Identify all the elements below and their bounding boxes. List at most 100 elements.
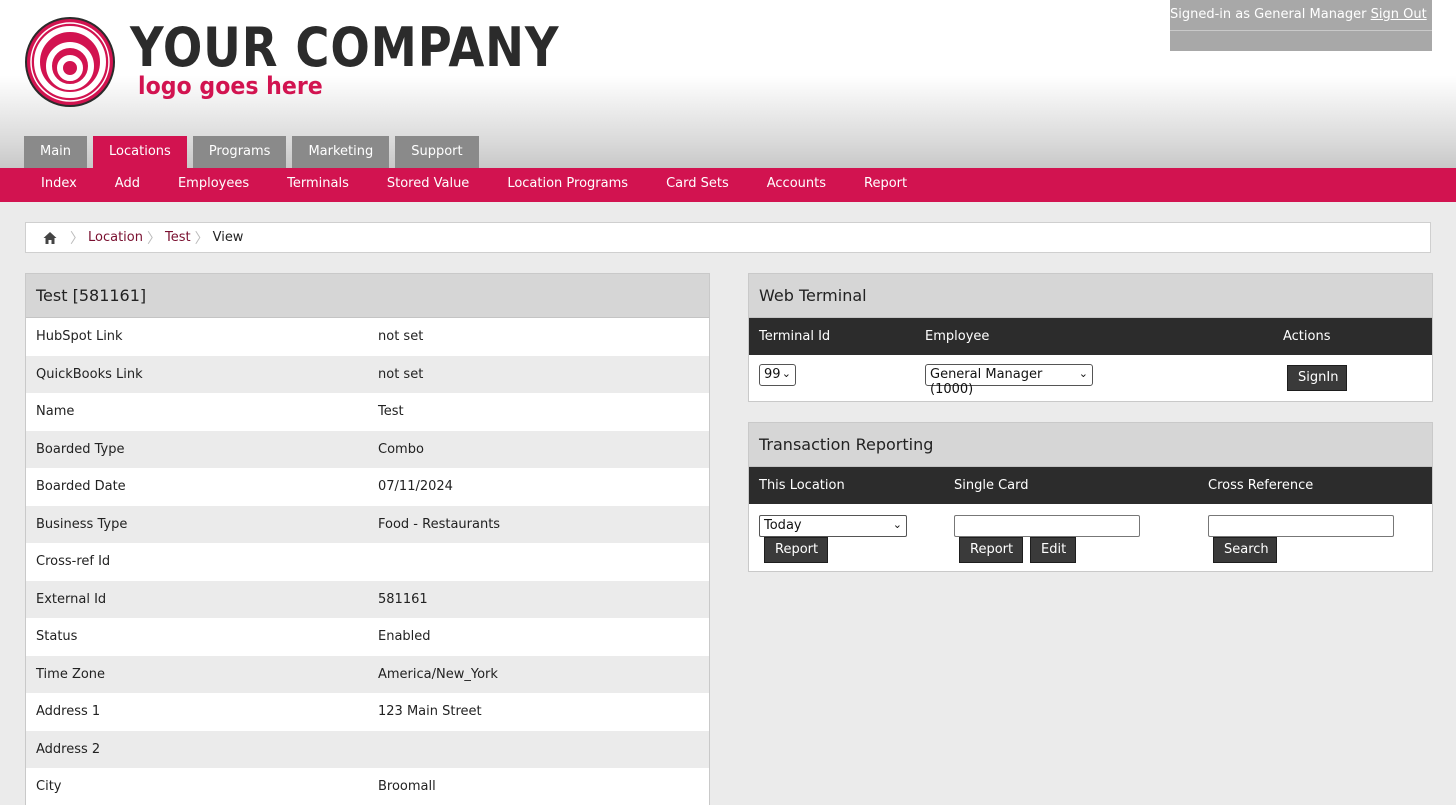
web-terminal-title: Web Terminal: [749, 274, 1432, 318]
terminal-id-value: 99: [764, 367, 781, 382]
terminal-id-select[interactable]: 99 ⌄: [759, 364, 796, 386]
subnav-terminals[interactable]: Terminals: [268, 168, 368, 202]
breadcrumb-test[interactable]: Test: [165, 230, 191, 245]
tab-programs[interactable]: Programs: [192, 136, 287, 168]
detail-label: Time Zone: [36, 666, 106, 682]
detail-value: Enabled: [378, 629, 431, 645]
breadcrumb-separator: 〉: [194, 230, 209, 247]
transaction-row: Today ⌄ Report Report Edit Search: [749, 504, 1432, 572]
detail-label: External Id: [36, 591, 107, 607]
web-terminal-row: 99 ⌄ General Manager (1000) ⌄ SignIn: [749, 355, 1432, 401]
header: YOUR COMPANY logo goes here Signed-in as…: [0, 0, 1456, 168]
subnav-report[interactable]: Report: [845, 168, 926, 202]
company-logo[interactable]: YOUR COMPANY logo goes here: [24, 16, 559, 110]
signin-button[interactable]: SignIn: [1287, 365, 1347, 391]
tab-marketing[interactable]: Marketing: [292, 136, 390, 168]
tab-locations[interactable]: Locations: [93, 136, 187, 168]
detail-label: Address 2: [36, 741, 101, 757]
detail-label: QuickBooks Link: [36, 366, 143, 382]
detail-row: HubSpot Link not set: [26, 318, 709, 356]
detail-row: City Broomall: [26, 768, 709, 805]
detail-row: Name Test: [26, 393, 709, 431]
breadcrumb-current: View: [212, 230, 244, 245]
signed-in-text: Signed-in as General Manager: [1170, 7, 1367, 22]
detail-value: Test: [378, 404, 404, 420]
breadcrumb-location[interactable]: Location: [88, 230, 143, 245]
subnav-employees[interactable]: Employees: [159, 168, 268, 202]
chevron-down-icon: ⌄: [1078, 367, 1088, 380]
detail-label: Boarded Date: [36, 479, 126, 495]
logo-tagline: logo goes here: [138, 72, 323, 100]
period-select[interactable]: Today ⌄: [759, 515, 907, 537]
col-single-card: Single Card: [954, 478, 1029, 493]
cross-reference-input[interactable]: [1208, 515, 1394, 537]
detail-value: Combo: [378, 441, 424, 457]
detail-label: Status: [36, 629, 78, 645]
home-icon[interactable]: [42, 230, 58, 246]
detail-row: Address 1 123 Main Street: [26, 693, 709, 731]
detail-row: Status Enabled: [26, 618, 709, 656]
detail-label: Boarded Type: [36, 441, 125, 457]
logo-mark-icon: [25, 17, 115, 107]
card-edit-button[interactable]: Edit: [1030, 537, 1076, 563]
location-rows: HubSpot Link not set QuickBooks Link not s…: [26, 318, 709, 805]
chevron-down-icon: ⌄: [781, 367, 791, 380]
cross-reference-search-button[interactable]: Search: [1213, 537, 1277, 563]
subnav-add[interactable]: Add: [96, 168, 159, 202]
subnav-location-programs[interactable]: Location Programs: [488, 168, 647, 202]
detail-value: 123 Main Street: [378, 704, 482, 720]
detail-label: Name: [36, 404, 75, 420]
detail-row: External Id 581161: [26, 580, 709, 618]
breadcrumb: 〉 Location 〉 Test 〉 View: [25, 222, 1431, 253]
detail-value: Food - Restaurants: [378, 516, 501, 532]
subnav-index[interactable]: Index: [22, 168, 96, 202]
col-actions: Actions: [1283, 329, 1331, 344]
detail-value: 07/11/2024: [378, 479, 453, 495]
location-report-button[interactable]: Report: [764, 537, 828, 563]
col-this-location: This Location: [759, 478, 845, 493]
sub-navigation: Index Add Employees Terminals Stored Val…: [0, 168, 1456, 202]
employee-select[interactable]: General Manager (1000) ⌄: [925, 364, 1093, 397]
breadcrumb-separator: 〉: [146, 230, 161, 247]
detail-row: Business Type Food - Restaurants: [26, 505, 709, 543]
detail-value: America/New_York: [378, 666, 498, 682]
detail-row: QuickBooks Link not set: [26, 355, 709, 393]
single-card-input[interactable]: [954, 515, 1140, 537]
detail-value: not set: [378, 366, 424, 382]
detail-value: 581161: [378, 591, 428, 607]
col-employee: Employee: [925, 329, 990, 344]
card-report-button[interactable]: Report: [959, 537, 1023, 563]
detail-label: City: [36, 779, 62, 795]
chevron-down-icon: ⌄: [892, 518, 902, 531]
detail-value: not set: [378, 329, 424, 345]
subnav-card-sets[interactable]: Card Sets: [647, 168, 748, 202]
period-value: Today: [764, 518, 802, 533]
detail-label: HubSpot Link: [36, 329, 123, 345]
detail-row: Boarded Date 07/11/2024: [26, 468, 709, 506]
detail-row: Time Zone America/New_York: [26, 655, 709, 693]
web-terminal-panel: Web Terminal Terminal Id Employee Action…: [748, 273, 1433, 402]
transaction-reporting-panel: Transaction Reporting This Location Sing…: [748, 422, 1433, 572]
detail-label: Cross-ref Id: [36, 554, 111, 570]
session-line: Signed-in as General Manager Sign Out: [1170, 0, 1432, 31]
employee-value: General Manager (1000): [930, 367, 1043, 397]
detail-label: Business Type: [36, 516, 128, 532]
detail-row: Address 2: [26, 730, 709, 768]
location-title: Test [581161]: [26, 274, 709, 318]
tab-support[interactable]: Support: [395, 136, 479, 168]
web-terminal-header-row: Terminal Id Employee Actions: [749, 318, 1432, 355]
subnav-accounts[interactable]: Accounts: [748, 168, 845, 202]
detail-row: Boarded Type Combo: [26, 430, 709, 468]
main-tabs: Main Locations Programs Marketing Suppor…: [24, 136, 485, 168]
breadcrumb-separator: 〉: [70, 230, 84, 247]
logo-title: YOUR COMPANY: [130, 16, 560, 79]
col-terminal-id: Terminal Id: [759, 329, 831, 344]
tab-main[interactable]: Main: [24, 136, 88, 168]
sign-out-link[interactable]: Sign Out: [1371, 7, 1427, 22]
session-box: Signed-in as General Manager Sign Out: [1170, 0, 1432, 51]
transaction-header-row: This Location Single Card Cross Referenc…: [749, 467, 1432, 504]
location-details-panel: Test [581161] HubSpot Link not set QuickB…: [25, 273, 710, 805]
detail-row: Cross-ref Id: [26, 543, 709, 581]
detail-value: Broomall: [378, 779, 436, 795]
subnav-stored-value[interactable]: Stored Value: [368, 168, 488, 202]
